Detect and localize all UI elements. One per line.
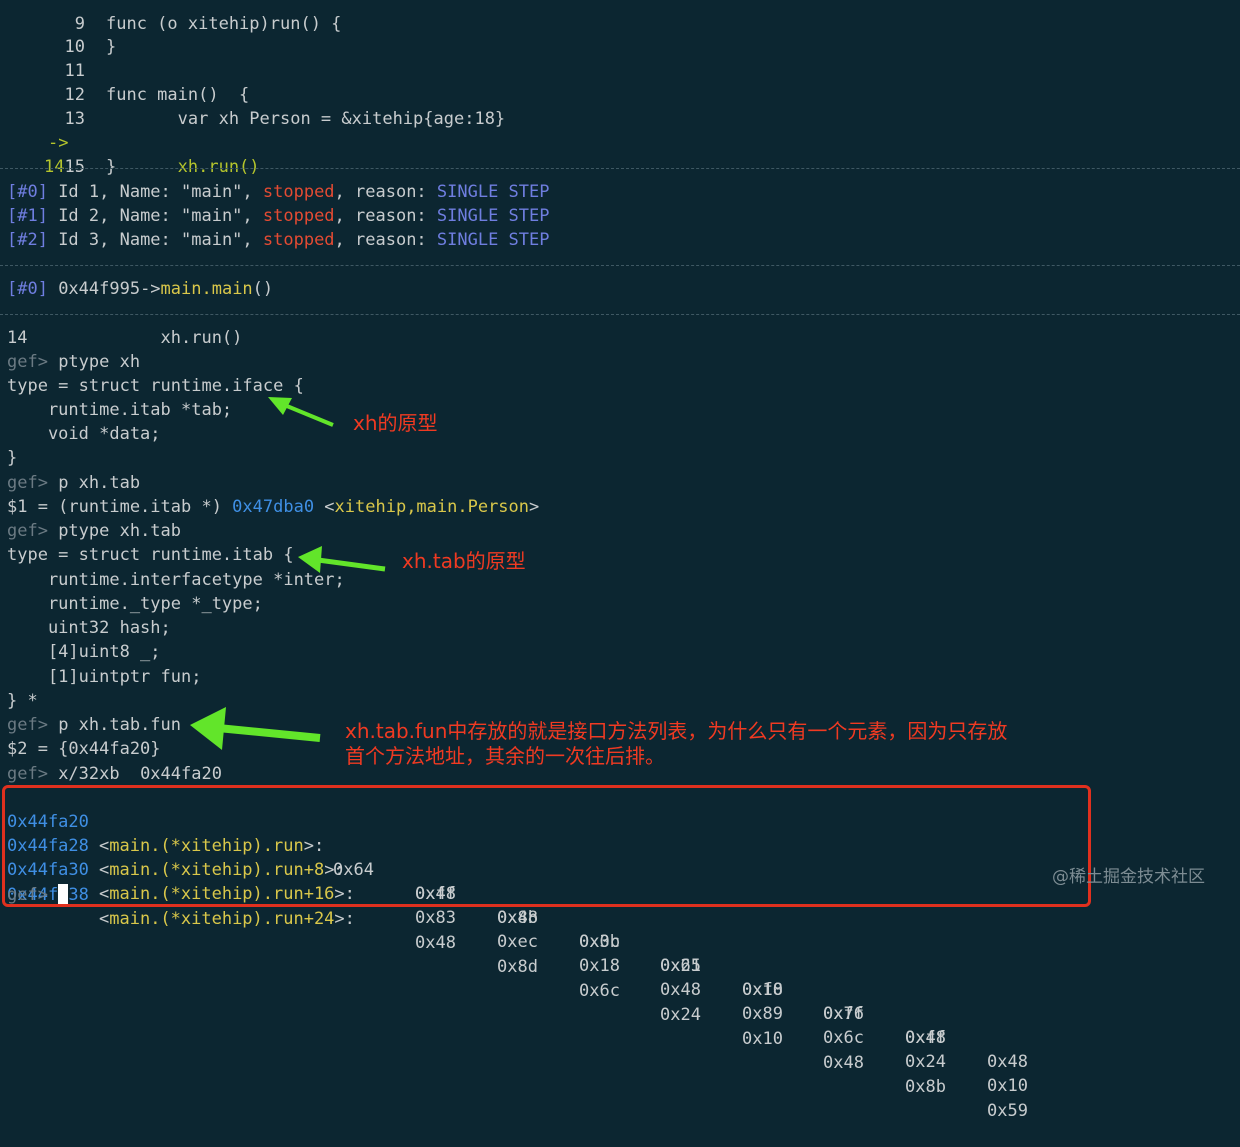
- arrow-icon: [190, 707, 321, 750]
- watermark: @稀土掘金技术社区: [1052, 867, 1205, 887]
- arrow-icon: [298, 546, 386, 573]
- arrow-icon: [268, 397, 334, 427]
- annotation-arrows: [190, 397, 386, 750]
